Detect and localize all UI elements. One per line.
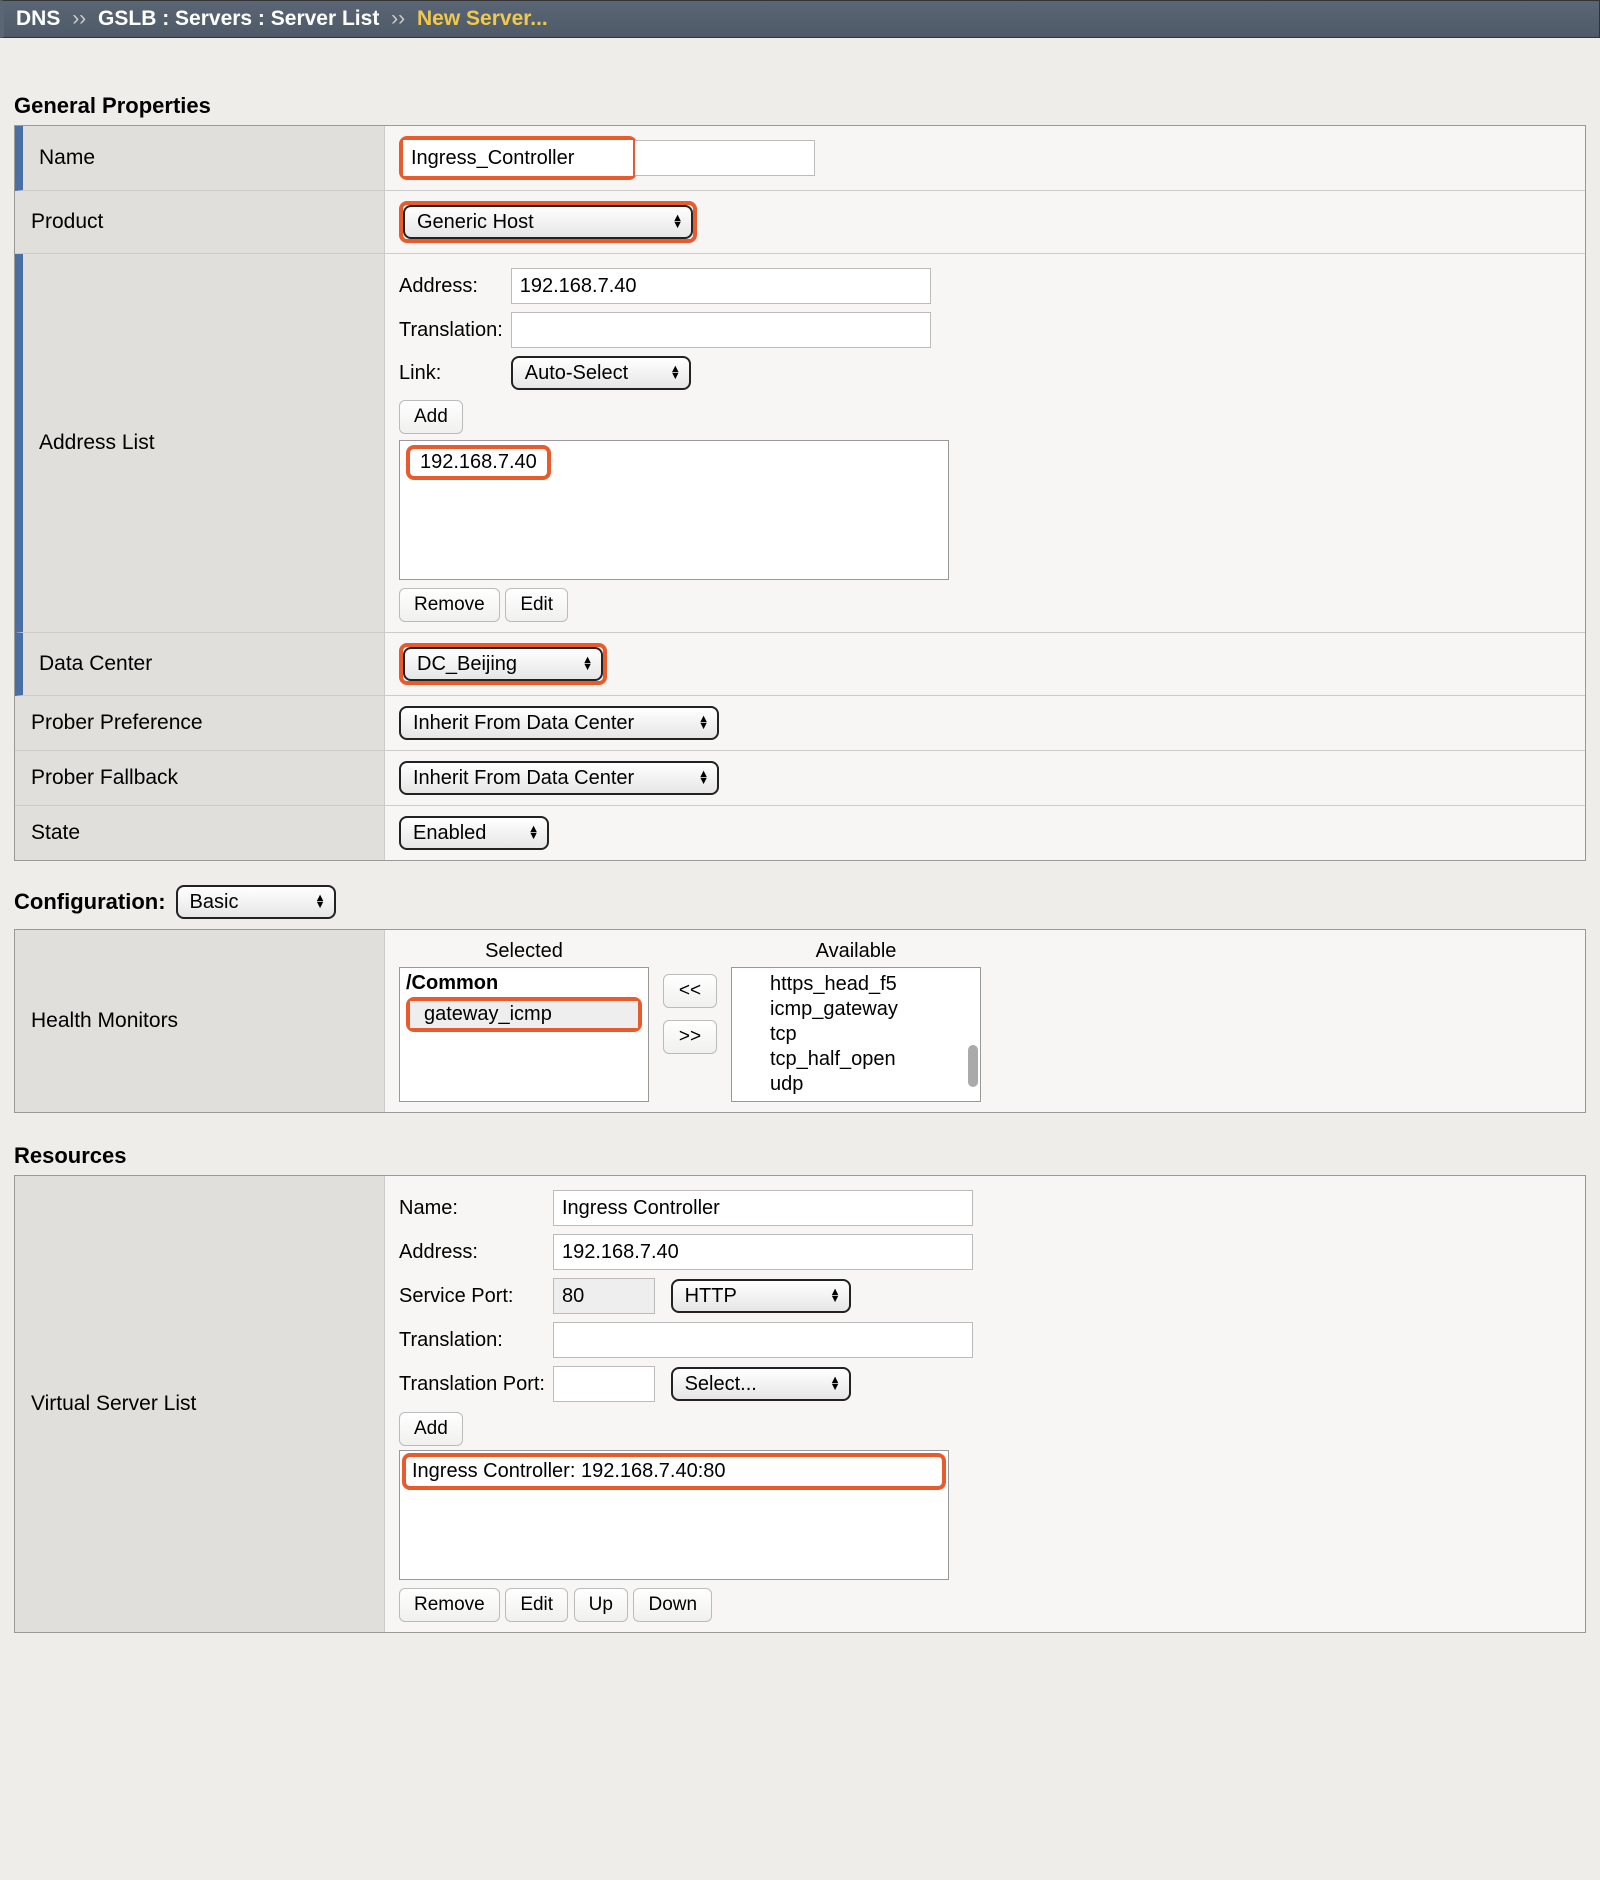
product-label: Product — [15, 191, 385, 253]
proberfb-select-value: Inherit From Data Center — [413, 767, 634, 790]
updown-icon: ▲▼ — [830, 1377, 841, 1391]
breadcrumb-current: New Server... — [417, 7, 548, 30]
move-left-button[interactable]: << — [663, 974, 717, 1008]
vs-listbox[interactable]: Ingress Controller: 192.168.7.40:80 — [399, 1450, 949, 1580]
move-right-button[interactable]: >> — [663, 1020, 717, 1054]
available-heading: Available — [731, 940, 981, 967]
link-sublabel: Link: — [399, 352, 511, 394]
datacenter-label: Data Center — [23, 633, 385, 695]
updown-icon: ▲▼ — [528, 826, 539, 840]
address-listbox[interactable]: 192.168.7.40 — [399, 440, 949, 580]
vs-up-button[interactable]: Up — [574, 1588, 628, 1622]
available-monitors-listbox[interactable]: https_head_f5 icmp_gateway tcp tcp_half_… — [731, 967, 981, 1102]
vs-name-label: Name: — [399, 1186, 553, 1230]
selected-monitor-item[interactable]: gateway_icmp — [410, 1001, 638, 1028]
link-select-value: Auto-Select — [525, 362, 628, 385]
health-monitors-label: Health Monitors — [15, 930, 385, 1112]
vs-tport-input[interactable] — [553, 1366, 655, 1402]
address-sublabel: Address: — [399, 264, 511, 308]
available-monitor-item[interactable]: udp — [766, 1072, 974, 1097]
vs-down-button[interactable]: Down — [633, 1588, 712, 1622]
config-panel: Health Monitors Selected /Common gateway… — [14, 929, 1586, 1113]
selected-heading: Selected — [399, 940, 649, 967]
selected-monitors-listbox[interactable]: /Common gateway_icmp — [399, 967, 649, 1102]
breadcrumb: DNS ›› GSLB : Servers : Server List ›› N… — [0, 0, 1600, 38]
updown-icon: ▲▼ — [698, 771, 709, 785]
selected-group-header: /Common — [406, 972, 642, 995]
proberpref-select[interactable]: Inherit From Data Center ▲▼ — [399, 706, 719, 740]
section-title-general: General Properties — [14, 93, 1586, 119]
translation-sublabel: Translation: — [399, 308, 511, 352]
vs-tport-select-value: Select... — [685, 1373, 757, 1396]
vs-remove-button[interactable]: Remove — [399, 1588, 500, 1622]
vs-address-label: Address: — [399, 1230, 553, 1274]
vs-tport-label: Translation Port: — [399, 1362, 553, 1406]
proberfb-select[interactable]: Inherit From Data Center ▲▼ — [399, 761, 719, 795]
address-remove-button[interactable]: Remove — [399, 588, 500, 622]
addresslist-label: Address List — [23, 254, 385, 632]
config-mode-select[interactable]: Basic ▲▼ — [176, 885, 336, 919]
state-select-value: Enabled — [413, 822, 486, 845]
section-title-resources: Resources — [14, 1143, 1586, 1169]
address-list-item[interactable]: 192.168.7.40 — [416, 450, 541, 474]
config-mode-value: Basic — [190, 891, 239, 914]
vs-name-input[interactable] — [553, 1190, 973, 1226]
address-add-button[interactable]: Add — [399, 400, 463, 434]
datacenter-select-value: DC_Beijing — [417, 653, 517, 676]
address-input[interactable] — [511, 268, 931, 304]
resources-panel: Virtual Server List Name: Address: Servi… — [14, 1175, 1586, 1633]
vs-port-proto-value: HTTP — [685, 1285, 737, 1308]
updown-icon: ▲▼ — [830, 1289, 841, 1303]
vs-add-button[interactable]: Add — [399, 1412, 463, 1446]
proberfb-label: Prober Fallback — [15, 751, 385, 805]
vslist-label: Virtual Server List — [15, 1176, 385, 1632]
name-input-ext[interactable] — [635, 140, 815, 176]
breadcrumb-sep: ›› — [391, 7, 405, 30]
updown-icon: ▲▼ — [582, 657, 593, 671]
updown-icon: ▲▼ — [315, 895, 326, 909]
vs-port-proto-select[interactable]: HTTP ▲▼ — [671, 1279, 851, 1313]
available-monitor-item[interactable]: tcp — [766, 1022, 974, 1047]
state-select[interactable]: Enabled ▲▼ — [399, 816, 549, 850]
proberpref-label: Prober Preference — [15, 696, 385, 750]
updown-icon: ▲▼ — [698, 716, 709, 730]
state-label: State — [15, 806, 385, 860]
breadcrumb-sep: ›› — [72, 7, 86, 30]
section-title-config: Configuration: — [14, 889, 166, 915]
vs-address-input[interactable] — [553, 1234, 973, 1270]
name-label: Name — [23, 126, 385, 190]
updown-icon: ▲▼ — [670, 366, 681, 380]
general-panel: Name Product Generic Host ▲▼ Address Lis… — [14, 125, 1586, 861]
link-select[interactable]: Auto-Select ▲▼ — [511, 356, 691, 390]
vs-edit-button[interactable]: Edit — [505, 1588, 568, 1622]
product-select[interactable]: Generic Host ▲▼ — [403, 205, 693, 239]
available-monitor-item[interactable]: https_head_f5 — [766, 972, 974, 997]
address-edit-button[interactable]: Edit — [505, 588, 568, 622]
updown-icon: ▲▼ — [672, 215, 683, 229]
breadcrumb-path[interactable]: GSLB : Servers : Server List — [98, 7, 379, 30]
datacenter-select[interactable]: DC_Beijing ▲▼ — [403, 647, 603, 681]
breadcrumb-root[interactable]: DNS — [16, 7, 60, 30]
available-monitor-item[interactable]: tcp_half_open — [766, 1047, 974, 1072]
translation-input[interactable] — [511, 312, 931, 348]
vs-translation-label: Translation: — [399, 1318, 553, 1362]
vs-list-item[interactable]: Ingress Controller: 192.168.7.40:80 — [406, 1457, 942, 1486]
vs-port-input[interactable] — [553, 1278, 655, 1314]
vs-translation-input[interactable] — [553, 1322, 973, 1358]
available-monitor-item[interactable]: icmp_gateway — [766, 997, 974, 1022]
product-select-value: Generic Host — [417, 211, 534, 234]
proberpref-select-value: Inherit From Data Center — [413, 712, 634, 735]
vs-port-label: Service Port: — [399, 1274, 553, 1318]
name-input[interactable] — [403, 140, 633, 176]
vs-tport-select[interactable]: Select... ▲▼ — [671, 1367, 851, 1401]
